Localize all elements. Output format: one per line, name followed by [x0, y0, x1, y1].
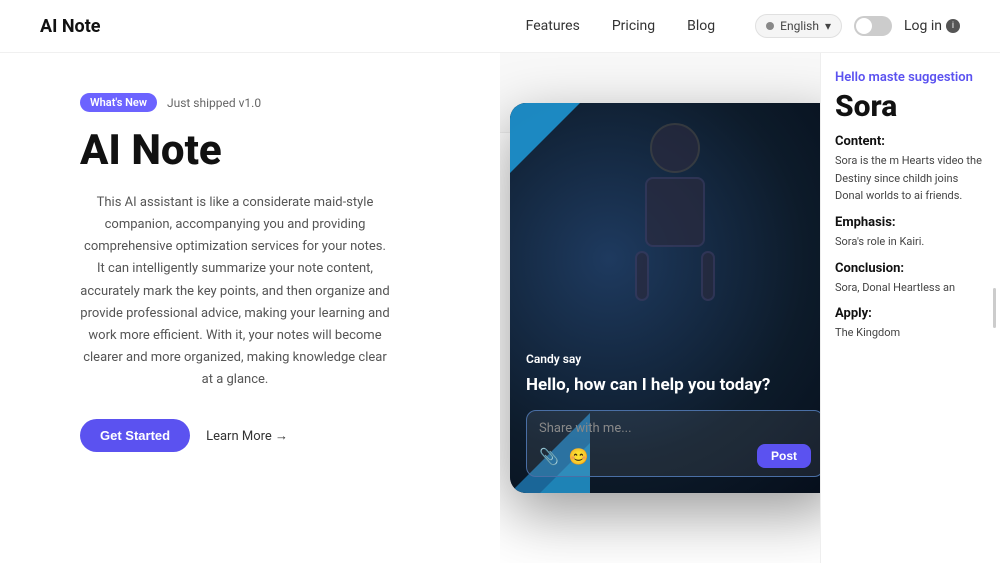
hero-title: AI Note — [80, 128, 222, 174]
emoji-icon[interactable]: 😊 — [569, 447, 589, 466]
panel-hello-text: Hello maste suggestion — [835, 69, 986, 87]
learn-more-button[interactable]: Learn More → — [206, 428, 288, 444]
login-button[interactable]: Log in i — [904, 18, 960, 34]
nav-link-pricing[interactable]: Pricing — [612, 18, 655, 34]
chat-sender: Candy say — [526, 352, 824, 366]
right-panel: Hello maste suggestion Sora Content: Sor… — [820, 53, 1000, 563]
character-silhouette — [615, 123, 735, 283]
triangle-top-left-decoration — [510, 103, 580, 173]
character-arms — [635, 251, 715, 301]
hero-section: What's New Just shipped v1.0 AI Note Thi… — [0, 53, 500, 563]
login-label: Log in — [904, 18, 942, 34]
chat-widget: Candy say Hello, how can I help you toda… — [510, 103, 840, 493]
panel-title: Sora — [835, 89, 986, 124]
chat-input-actions: 📎 😊 Post — [539, 444, 811, 468]
chat-sender-name: Candy — [526, 352, 560, 366]
chat-input-area[interactable]: Share with me... 📎 😊 Post — [526, 410, 824, 477]
panel-content-label: Content: — [835, 134, 986, 149]
hero-description: This AI assistant is like a considerate … — [80, 192, 390, 391]
chat-content: Candy say Hello, how can I help you toda… — [510, 336, 840, 493]
chat-greeting-message: Hello, how can I help you today? — [526, 374, 824, 396]
badge-row: What's New Just shipped v1.0 — [80, 93, 261, 112]
character-right-arm — [701, 251, 715, 301]
character-left-arm — [635, 251, 649, 301]
main-content: What's New Just shipped v1.0 AI Note Thi… — [0, 53, 1000, 563]
panel-emphasis-label: Emphasis: — [835, 215, 986, 230]
get-started-button[interactable]: Get Started — [80, 419, 190, 452]
language-label: English — [780, 19, 819, 33]
panel-emphasis-text: Sora's role in Kairi. — [835, 233, 986, 251]
theme-toggle[interactable] — [854, 16, 892, 36]
panel-apply-label: Apply: — [835, 306, 986, 321]
panel-apply-text: The Kingdom — [835, 324, 986, 342]
language-selector[interactable]: English ▾ — [755, 14, 842, 38]
nav-logo: AI Note — [40, 16, 101, 37]
character-head — [650, 123, 700, 173]
nav-links: Features Pricing Blog — [526, 18, 716, 34]
chat-sender-suffix: say — [563, 352, 582, 366]
attachment-icon[interactable]: 📎 — [539, 447, 559, 466]
chevron-down-icon: ▾ — [825, 19, 831, 33]
panel-conclusion-label: Conclusion: — [835, 261, 986, 276]
nav-link-blog[interactable]: Blog — [687, 18, 715, 34]
chat-input-placeholder[interactable]: Share with me... — [539, 421, 811, 436]
nav-right: English ▾ Log in i — [755, 14, 960, 38]
right-section: Candy say Hello, how can I help you toda… — [500, 53, 1000, 563]
panel-conclusion-text: Sora, Donal Heartless an — [835, 279, 986, 297]
character-body — [645, 177, 705, 247]
navbar: AI Note Features Pricing Blog English ▾ … — [0, 0, 1000, 53]
hero-buttons: Get Started Learn More → — [80, 419, 288, 452]
panel-content-text: Sora is the m Hearts video the Destiny s… — [835, 152, 986, 205]
info-icon: i — [946, 19, 960, 33]
badge-version: Just shipped v1.0 — [167, 96, 261, 110]
language-dot — [766, 22, 774, 30]
chat-post-button[interactable]: Post — [757, 444, 811, 468]
nav-link-features[interactable]: Features — [526, 18, 580, 34]
chat-input-icons: 📎 😊 — [539, 447, 589, 466]
badge-new: What's New — [80, 93, 157, 112]
scrollbar-indicator[interactable] — [993, 288, 996, 328]
